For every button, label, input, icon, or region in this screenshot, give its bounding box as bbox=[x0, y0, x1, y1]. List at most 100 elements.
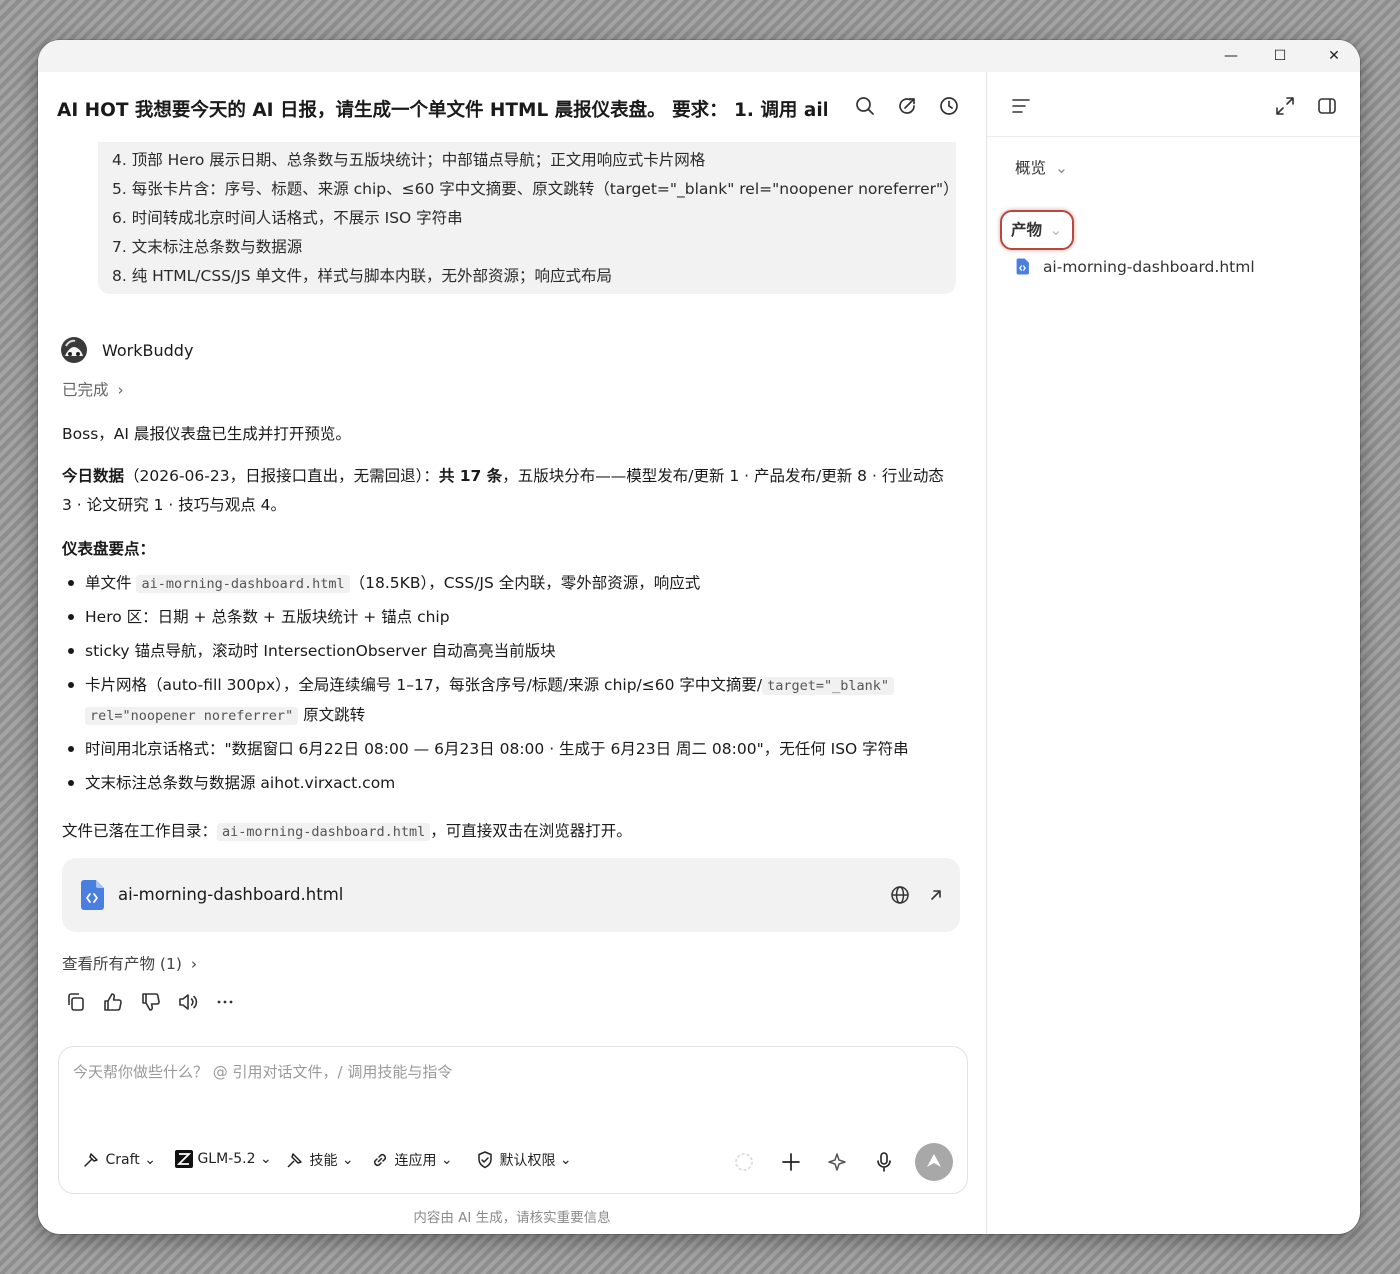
shield-check-icon bbox=[478, 1151, 492, 1169]
list-item: 卡片网格（auto-fill 300px），全局连续编号 1–17，每张含序号/… bbox=[67, 673, 895, 695]
maximize-button[interactable]: ☐ bbox=[1267, 44, 1293, 68]
html-file-icon bbox=[81, 880, 104, 910]
sidebar-file-item[interactable]: ai-morning-dashboard.html bbox=[1015, 258, 1255, 276]
list-item: 时间用北京话格式："数据窗口 6月22日 08:00 — 6月23日 08:00… bbox=[68, 737, 909, 759]
thumbs-down-icon[interactable] bbox=[139, 990, 163, 1014]
chevron-right-icon: › bbox=[117, 381, 124, 399]
speaker-icon[interactable] bbox=[176, 990, 200, 1014]
divider bbox=[987, 136, 1360, 137]
list-text: 原文跳转 bbox=[298, 706, 366, 724]
loading-spinner-icon bbox=[735, 1153, 753, 1171]
quote-line: 6. 时间转成北京时间人话格式，不展示 ISO 字符串 bbox=[112, 209, 463, 227]
model-label: GLM-5.2 bbox=[197, 1151, 256, 1167]
expand-icon[interactable] bbox=[1273, 94, 1297, 118]
model-selector[interactable]: GLM-5.2 ⌄ bbox=[175, 1150, 272, 1174]
data-text: （2026-06-23，日报接口直出，无需回退）： bbox=[124, 467, 439, 485]
skills-label: 技能 bbox=[309, 1153, 338, 1169]
file-card-name: ai-morning-dashboard.html bbox=[118, 885, 344, 904]
inline-code: rel="noopener noreferrer" bbox=[85, 707, 299, 725]
reply-data-line-2: 3 · 论文研究 1 · 技巧与观点 4。 bbox=[62, 496, 287, 514]
close-button[interactable]: ✕ bbox=[1321, 44, 1347, 68]
permission-selector[interactable]: 默认权限 ⌄ bbox=[475, 1150, 572, 1174]
mode-label: Craft bbox=[105, 1152, 140, 1168]
quote-line: 7. 文末标注总条数与数据源 bbox=[112, 238, 303, 256]
thumbs-up-icon[interactable] bbox=[101, 990, 125, 1014]
highlight-marker bbox=[1000, 210, 1074, 250]
status-toggle[interactable]: 已完成 › bbox=[62, 378, 124, 400]
html-file-icon bbox=[1016, 258, 1029, 275]
apps-label: 连应用 bbox=[394, 1153, 437, 1169]
zhipu-logo-icon bbox=[175, 1150, 193, 1168]
plus-icon[interactable] bbox=[779, 1150, 803, 1174]
list-item: 单文件 ai-morning-dashboard.html （18.5KB），CS… bbox=[67, 571, 701, 593]
panel-toggle-icon[interactable] bbox=[1315, 94, 1339, 118]
reply-data-line: 今日数据（2026-06-23，日报接口直出，无需回退）：共 17 条，五版块分… bbox=[62, 464, 944, 486]
apps-selector[interactable]: 连应用 ⌄ bbox=[370, 1150, 453, 1174]
list-item: sticky 锚点导航，滚动时 IntersectionObserver 自动高… bbox=[68, 639, 556, 661]
chevron-down-icon: ⌄ bbox=[440, 1152, 453, 1168]
skills-icon bbox=[287, 1153, 302, 1168]
data-text: ，五版块分布——模型发布/更新 1 · 产品发布/更新 8 · 行业动态 bbox=[502, 467, 944, 485]
view-all-artifacts-link[interactable]: 查看所有产物 (1) › bbox=[62, 952, 197, 974]
permission-label: 默认权限 bbox=[499, 1153, 556, 1169]
menu-icon[interactable] bbox=[1009, 94, 1033, 118]
data-count: 共 17 条 bbox=[438, 467, 503, 485]
open-external-icon[interactable] bbox=[926, 885, 946, 905]
sparkle-icon[interactable] bbox=[825, 1150, 849, 1174]
overview-label: 概览 bbox=[1015, 159, 1047, 177]
inline-code: target="_blank" bbox=[762, 677, 895, 695]
agent-name: WorkBuddy bbox=[102, 341, 194, 360]
more-icon[interactable] bbox=[213, 990, 237, 1014]
list-text: （18.5KB），CSS/JS 全内联，零外部资源，响应式 bbox=[349, 574, 701, 592]
composer: 今天帮你做些什么？ @ 引用对话文件，/ 调用技能与指令 Craft ⌄ GLM… bbox=[58, 1046, 968, 1194]
history-icon[interactable] bbox=[937, 94, 961, 118]
list-text: 卡片网格（auto-fill 300px），全局连续编号 1–17，每张含序号/… bbox=[85, 676, 763, 694]
share-icon[interactable] bbox=[895, 94, 919, 118]
ai-disclaimer: 内容由 AI 生成，请核实重要信息 bbox=[413, 1210, 611, 1226]
quote-line: 4. 顶部 Hero 展示日期、总条数与五版块统计；中部锚点导航；正文用响应式卡… bbox=[112, 151, 706, 169]
title-bar: — ☐ ✕ bbox=[38, 40, 1360, 72]
saved-text: ，可直接双击在浏览器打开。 bbox=[430, 822, 632, 840]
chevron-down-icon: ⌄ bbox=[1054, 159, 1068, 177]
saved-note: 文件已落在工作目录： ai-morning-dashboard.html ，可直接双… bbox=[62, 819, 632, 841]
app-window: — ☐ ✕ AI HOT 我想要今天的 AI 日报，请生成一个单文件 HTML … bbox=[38, 40, 1360, 1234]
user-message-quote: 4. 顶部 Hero 展示日期、总条数与五版块统计；中部锚点导航；正文用响应式卡… bbox=[98, 142, 959, 294]
sidebar-file-name: ai-morning-dashboard.html bbox=[1042, 258, 1255, 276]
chat-panel: AI HOT 我想要今天的 AI 日报，请生成一个单文件 HTML 晨报仪表盘。… bbox=[38, 72, 986, 1234]
mode-selector[interactable]: Craft ⌄ bbox=[81, 1150, 156, 1174]
chevron-down-icon: ⌄ bbox=[144, 1152, 156, 1168]
overview-section-toggle[interactable]: 概览 ⌄ bbox=[1015, 156, 1068, 178]
list-item: Hero 区：日期 + 总条数 + 五版块统计 + 锚点 chip bbox=[68, 605, 450, 627]
quote-line: 5. 每张卡片含：序号、标题、来源 chip、≤60 字中文摘要、原文跳转（ta… bbox=[112, 180, 959, 198]
search-icon[interactable] bbox=[853, 94, 877, 118]
quote-line: 8. 纯 HTML/CSS/JS 单文件，样式与脚本内联，无外部资源；响应式布局 bbox=[112, 267, 613, 285]
list-text: 单文件 bbox=[85, 574, 137, 592]
list-item-continuation: rel="noopener noreferrer" 原文跳转 bbox=[85, 703, 365, 725]
microphone-icon[interactable] bbox=[873, 1150, 895, 1174]
send-icon bbox=[927, 1154, 941, 1167]
craft-icon bbox=[84, 1153, 98, 1167]
composer-input[interactable]: 今天帮你做些什么？ @ 引用对话文件，/ 调用技能与指令 bbox=[73, 1061, 452, 1082]
avatar bbox=[61, 337, 87, 363]
chevron-right-icon: › bbox=[190, 955, 198, 973]
list-item: 文末标注总条数与数据源 aihot.virxact.com bbox=[67, 771, 395, 793]
send-button[interactable] bbox=[915, 1143, 953, 1181]
inline-code: ai-morning-dashboard.html bbox=[217, 823, 431, 841]
chevron-down-icon: ⌄ bbox=[559, 1152, 572, 1168]
globe-icon[interactable] bbox=[890, 885, 910, 905]
minimize-button[interactable]: — bbox=[1218, 44, 1244, 68]
link-icon bbox=[373, 1153, 387, 1167]
chevron-down-icon: ⌄ bbox=[341, 1152, 354, 1168]
skills-selector[interactable]: 技能 ⌄ bbox=[285, 1150, 354, 1174]
file-card[interactable]: ai-morning-dashboard.html bbox=[62, 858, 960, 932]
view-all-label: 查看所有产物 (1) bbox=[62, 955, 182, 973]
points-heading: 仪表盘要点： bbox=[62, 540, 156, 558]
chevron-down-icon: ⌄ bbox=[259, 1151, 272, 1167]
data-label: 今日数据 bbox=[62, 467, 125, 485]
inline-code: ai-morning-dashboard.html bbox=[136, 575, 350, 593]
chat-title: AI HOT 我想要今天的 AI 日报，请生成一个单文件 HTML 晨报仪表盘。… bbox=[57, 100, 827, 121]
reply-greeting: Boss，AI 晨报仪表盘已生成并打开预览。 bbox=[62, 425, 351, 443]
status-label: 已完成 bbox=[62, 381, 109, 399]
copy-icon[interactable] bbox=[64, 990, 88, 1014]
saved-text: 文件已落在工作目录： bbox=[62, 822, 218, 840]
